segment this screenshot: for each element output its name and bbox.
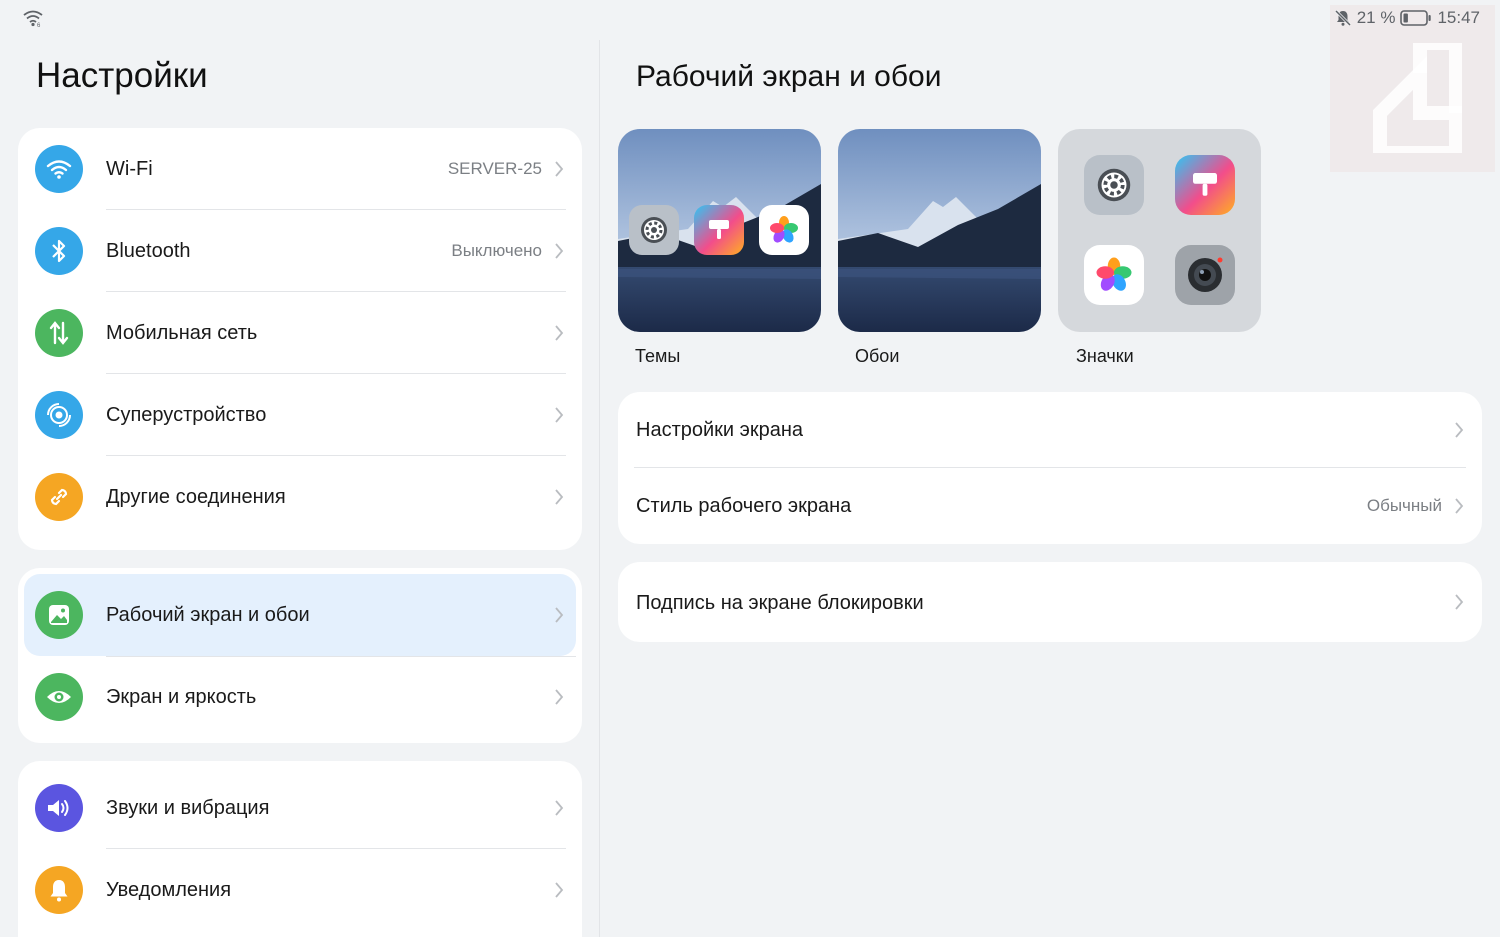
lock-screen-signature-item[interactable]: Подпись на экране блокировки — [618, 562, 1482, 642]
bluetooth-status: Выключено — [451, 241, 542, 260]
chevron-right-icon — [1455, 594, 1464, 610]
chevron-right-icon — [555, 325, 564, 341]
lock-screen-card: Подпись на экране блокировки — [618, 562, 1482, 642]
sidebar-item-label: Уведомления — [106, 879, 232, 901]
sidebar-item-label: Суперустройство — [106, 404, 267, 426]
sidebar-item-bluetooth[interactable]: Bluetooth Выключено — [18, 210, 582, 292]
watermark-logo — [1330, 5, 1495, 172]
chevron-right-icon — [1455, 422, 1464, 438]
home-screen-style-value: Обычный — [1366, 496, 1442, 515]
chevron-right-icon — [555, 800, 564, 816]
sound-notifications-card: Звуки и вибрация Уведомления — [18, 761, 582, 937]
connectivity-card: Wi-Fi SERVER-25 Bluetooth Выключено Моби… — [18, 128, 582, 550]
sidebar-item-label: Рабочий экран и обои — [106, 604, 310, 626]
sidebar-item-super-device[interactable]: Суперустройство — [18, 374, 582, 456]
bluetooth-icon — [35, 227, 83, 275]
item-label: Подпись на экране блокировки — [636, 592, 924, 614]
mute-icon — [1334, 9, 1352, 27]
home-screen-style-item[interactable]: Стиль рабочего экрана Обычный — [618, 468, 1482, 544]
themes-thumbnail[interactable] — [618, 129, 821, 332]
super-device-icon — [35, 391, 83, 439]
item-label: Настройки экрана — [636, 419, 803, 441]
clock: 15:47 — [1437, 8, 1480, 27]
battery-icon — [1400, 9, 1432, 27]
settings-sidebar: Настройки Wi-Fi SERVER-25 Bluetooth Выкл… — [0, 0, 600, 937]
detail-title: Рабочий экран и обои — [636, 60, 942, 93]
chevron-right-icon — [555, 489, 564, 505]
sidebar-item-label: Wi-Fi — [106, 158, 153, 180]
themes-app-icon — [694, 205, 744, 255]
gallery-app-icon — [1084, 245, 1144, 305]
wallpapers-label: Обои — [855, 346, 900, 366]
chevron-right-icon — [555, 689, 564, 705]
icons-thumbnail[interactable] — [1058, 129, 1261, 332]
wifi-network-name: SERVER-25 — [447, 159, 542, 178]
display-settings-item[interactable]: Настройки экрана — [618, 392, 1482, 468]
gallery-app-icon — [759, 205, 809, 255]
themes-app-icon — [1175, 155, 1235, 215]
sidebar-item-label: Другие соединения — [106, 486, 286, 508]
sidebar-item-wifi[interactable]: Wi-Fi SERVER-25 — [18, 128, 582, 210]
chevron-right-icon — [555, 161, 564, 177]
mobile-data-icon — [35, 309, 83, 357]
wallpapers-thumbnail[interactable] — [838, 129, 1041, 332]
wallpaper-icon — [35, 591, 83, 639]
sidebar-item-label: Мобильная сеть — [106, 322, 258, 344]
sidebar-item-display-brightness[interactable]: Экран и яркость — [18, 656, 582, 738]
sidebar-item-label: Bluetooth — [106, 240, 191, 262]
camera-app-icon — [1175, 245, 1235, 305]
chevron-right-icon — [555, 407, 564, 423]
themes-label: Темы — [635, 346, 681, 366]
bell-icon — [35, 866, 83, 914]
chevron-right-icon — [555, 607, 564, 623]
display-card: Рабочий экран и обои Экран и яркость — [18, 568, 582, 743]
link-icon — [35, 473, 83, 521]
settings-app-icon — [1084, 155, 1144, 215]
speaker-icon — [35, 784, 83, 832]
sidebar-item-label: Звуки и вибрация — [106, 797, 270, 819]
chevron-right-icon — [555, 243, 564, 259]
sidebar-item-label: Экран и яркость — [106, 686, 257, 708]
item-label: Стиль рабочего экрана — [636, 495, 852, 517]
page-title: Настройки — [36, 56, 208, 95]
battery-percent: 21 % — [1356, 8, 1396, 27]
eye-icon — [35, 673, 83, 721]
sidebar-item-other-connections[interactable]: Другие соединения — [18, 456, 582, 538]
sidebar-item-home-screen-wallpaper[interactable]: Рабочий экран и обои — [24, 574, 576, 657]
wifi-icon — [35, 145, 83, 193]
status-right: 21 % 15:47 — [1334, 8, 1480, 28]
sidebar-item-notifications[interactable]: Уведомления — [18, 849, 582, 931]
landscape-image — [838, 129, 1041, 332]
chevron-right-icon — [1455, 498, 1464, 514]
sidebar-item-mobile-network[interactable]: Мобильная сеть — [18, 292, 582, 374]
screen-settings-card: Настройки экрана Стиль рабочего экрана О… — [618, 392, 1482, 544]
pane-divider — [599, 40, 600, 937]
icons-label: Значки — [1076, 346, 1134, 366]
settings-app-icon — [629, 205, 679, 255]
chevron-right-icon — [555, 882, 564, 898]
sidebar-item-sounds-vibration[interactable]: Звуки и вибрация — [18, 767, 582, 849]
settings-screen: 6 21 % 15:47 Настройки Wi-Fi SERVER-25 B… — [0, 0, 1500, 937]
